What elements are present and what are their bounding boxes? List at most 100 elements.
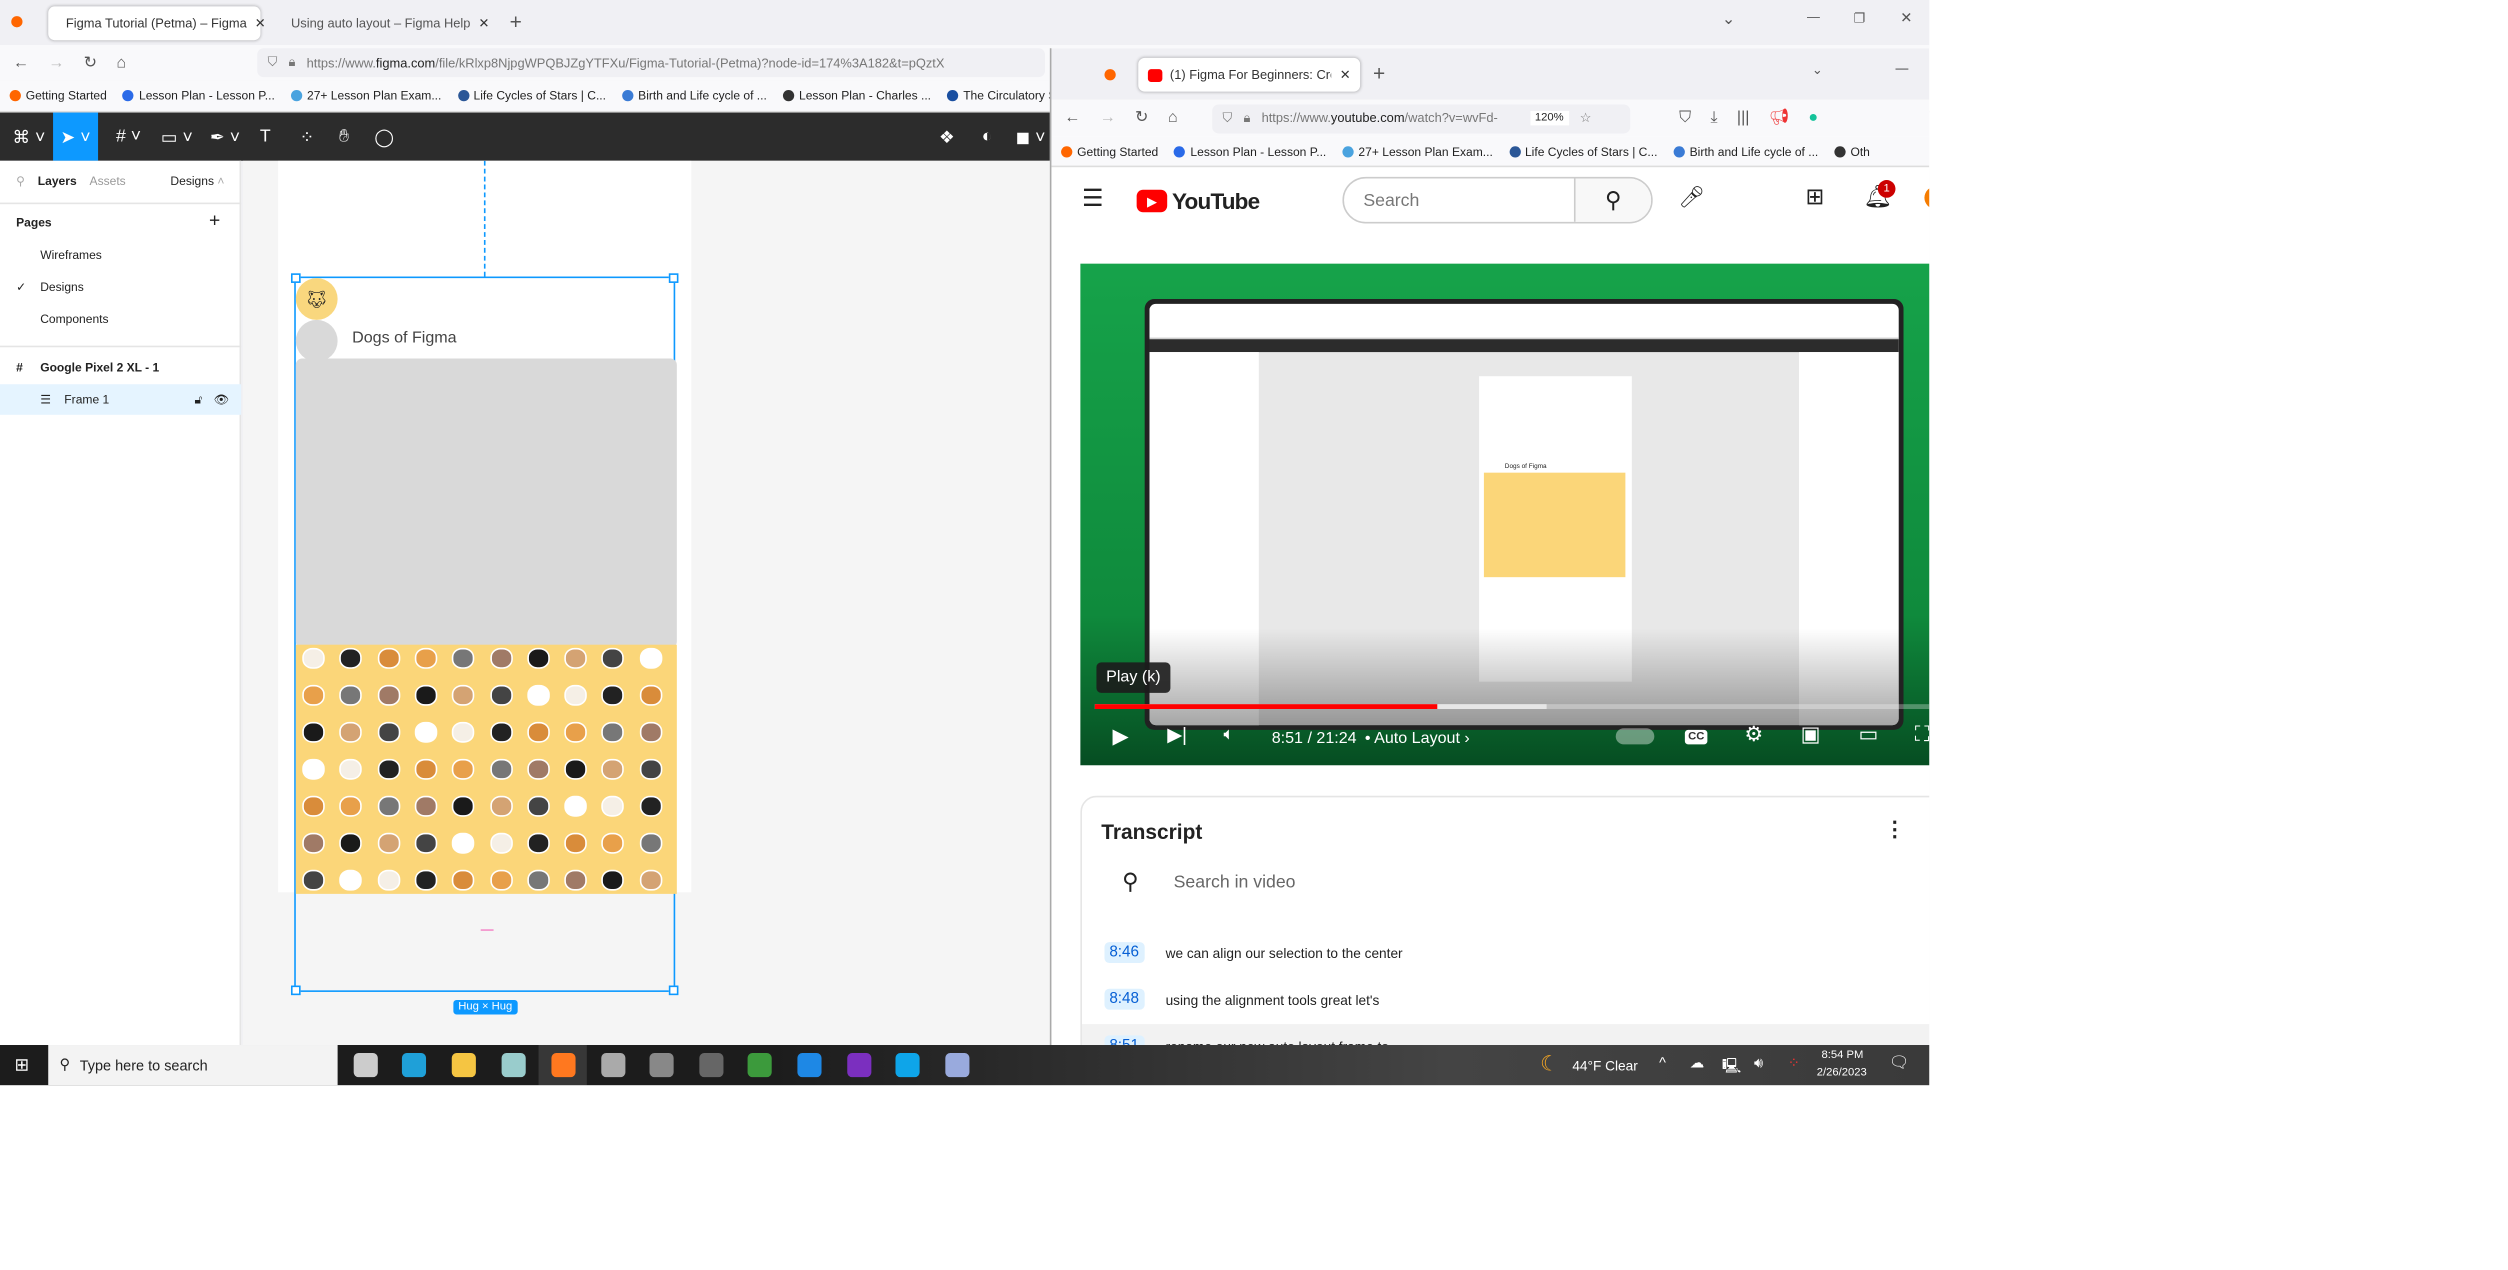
microphone-icon[interactable]: 🎤︎	[1678, 185, 1705, 211]
windows-start-icon[interactable]: ⊞	[14, 1055, 29, 1075]
close-tab-icon[interactable]: ✕	[1340, 68, 1351, 82]
figma-canvas[interactable]: 🐺︎ Dogs of Figma Hug × Hug	[242, 160, 1054, 1046]
back-icon[interactable]: ←	[13, 54, 29, 72]
video-player[interactable]: Dogs of Figma Play (k) ▶ ▶| 🔈︎ 8:51 / 21…	[1080, 263, 1930, 766]
maximize-button[interactable]: ❐	[1854, 11, 1866, 25]
clock-date[interactable]: 2/26/2023	[1817, 1068, 1867, 1079]
bookmark-item[interactable]: Getting Started	[1061, 144, 1158, 158]
reload-icon[interactable]: ↻	[84, 54, 97, 72]
assets-tab[interactable]: Assets	[90, 174, 126, 188]
avatar[interactable]	[1924, 186, 1930, 210]
search-box[interactable]: Search ⚲	[1342, 176, 1653, 224]
bookmark-item[interactable]: Oth	[1834, 144, 1870, 158]
minimize-button[interactable]: —	[1807, 10, 1820, 24]
usb-app-icon[interactable]	[699, 1053, 724, 1078]
bookmark-item[interactable]: Birth and Life cycle of ...	[622, 88, 767, 103]
progress-bar[interactable]	[1094, 704, 1930, 709]
layer-frame-1[interactable]: ☰ Frame 1 🔓︎ 👁︎	[0, 384, 242, 415]
back-icon[interactable]: ←	[1064, 109, 1080, 127]
boolean-icon[interactable]: ◼ ˅	[1013, 113, 1048, 161]
download-icon[interactable]: ⤓	[1710, 109, 1717, 127]
edge-icon[interactable]	[401, 1053, 427, 1078]
page-dropdown[interactable]: Designs ˄	[170, 174, 224, 188]
notepad-icon[interactable]	[501, 1053, 526, 1078]
list-tabs-icon[interactable]: ⌄	[1722, 11, 1735, 29]
forward-icon[interactable]: →	[1100, 109, 1116, 127]
bookmark-item[interactable]: 27+ Lesson Plan Exam...	[1342, 144, 1493, 158]
timestamp[interactable]: 8:51	[1104, 1035, 1144, 1046]
hand-tool-icon[interactable]: ✋︎	[330, 113, 359, 161]
figma-menu-icon[interactable]: ⌘ ˅	[6, 113, 51, 161]
rectangle-tool-icon[interactable]: ▭ ˅	[154, 113, 199, 161]
list-tabs-icon[interactable]: ⌄	[1812, 63, 1823, 77]
page-item-designs[interactable]: ✓ Designs	[0, 270, 241, 302]
frame-1-selection[interactable]: 🐺︎ Dogs of Figma	[290, 273, 679, 996]
search-input[interactable]: Search	[1344, 191, 1574, 210]
more-options-icon[interactable]: ⋮	[1884, 817, 1905, 843]
volume-icon[interactable]: 🔊︎	[1754, 1055, 1763, 1073]
next-button[interactable]: ▶|	[1167, 723, 1187, 746]
bookmark-item[interactable]: Getting Started	[9, 88, 107, 103]
bookmark-item[interactable]: Lesson Plan - Charles ...	[782, 88, 931, 103]
library-icon[interactable]: |||	[1737, 109, 1750, 127]
new-tab-button[interactable]: +	[510, 10, 522, 34]
resize-handle[interactable]	[668, 985, 679, 996]
network-app-icon[interactable]	[895, 1053, 920, 1078]
bookmark-item[interactable]: Life Cycles of Stars | C...	[457, 88, 606, 103]
bookmark-item[interactable]: 27+ Lesson Plan Exam...	[290, 88, 441, 103]
network-icon[interactable]: 🖳︎	[1722, 1055, 1741, 1081]
menu-icon[interactable]: ☰	[1082, 183, 1104, 212]
paint-icon[interactable]	[945, 1053, 970, 1078]
transcript-line[interactable]: 8:51rename our new auto layout frame to	[1081, 1024, 1930, 1046]
comment-tool-icon[interactable]: ◯	[370, 113, 399, 161]
grammarly-icon[interactable]: ●	[1808, 109, 1818, 127]
weather-text[interactable]: 44°F Clear	[1572, 1058, 1637, 1074]
resources-icon[interactable]: ⁘	[293, 113, 322, 161]
layer-google-pixel[interactable]: # Google Pixel 2 XL - 1	[0, 350, 241, 382]
autoplay-toggle[interactable]	[1615, 728, 1655, 745]
address-bar[interactable]: ⛉ 🔒︎ https://www.figma.com/file/kRlxp8Njp…	[257, 48, 1046, 78]
bookmark-item[interactable]: Life Cycles of Stars | C...	[1508, 144, 1657, 158]
address-bar[interactable]: ⛉ 🔒︎ https://www.youtube.com/watch?v=wvFd…	[1212, 103, 1631, 133]
home-icon[interactable]: ⌂	[116, 54, 126, 72]
components-icon[interactable]: ❖	[932, 113, 961, 161]
transcript-line[interactable]: 8:46 we can align our selection to the ce…	[1082, 931, 1929, 978]
bookmark-item[interactable]: Lesson Plan - Lesson P...	[1174, 144, 1326, 158]
onedrive-icon[interactable]: ☁	[1690, 1055, 1704, 1073]
reload-icon[interactable]: ↻	[1135, 109, 1148, 127]
teams-icon[interactable]	[847, 1053, 872, 1078]
close-tab-icon[interactable]: ✕	[255, 16, 266, 30]
calculator-icon[interactable]	[649, 1053, 674, 1078]
mask-icon[interactable]: ◐	[973, 113, 1002, 161]
show-hidden-icons[interactable]: ^	[1659, 1055, 1666, 1071]
unlock-icon[interactable]: 🔓︎	[195, 391, 203, 407]
fullscreen-icon[interactable]: ⛶	[1915, 722, 1929, 748]
volume-icon[interactable]: 🔈︎	[1223, 725, 1234, 746]
search-icon[interactable]: ⚲	[16, 174, 25, 188]
page-item-components[interactable]: Components	[0, 302, 241, 334]
close-tab-icon[interactable]: ✕	[478, 16, 489, 30]
task-view-icon[interactable]	[353, 1053, 378, 1078]
add-page-icon[interactable]: +	[209, 209, 220, 232]
bookmark-star-icon[interactable]: ☆	[1580, 111, 1592, 125]
store-icon[interactable]	[797, 1053, 822, 1078]
chrome-icon[interactable]	[747, 1053, 772, 1078]
settings-gear-icon[interactable]: ⚙	[1744, 722, 1763, 748]
close-window-button[interactable]: ✕	[1900, 10, 1912, 28]
page-item-wireframes[interactable]: Wireframes	[0, 238, 241, 270]
app-tray-icon[interactable]: ⁘	[1788, 1055, 1800, 1073]
miniplayer-icon[interactable]: ▣	[1801, 722, 1821, 748]
bookmark-item[interactable]: Birth and Life cycle of ...	[1673, 144, 1818, 158]
clock-app-icon[interactable]	[601, 1053, 626, 1078]
extension-icon[interactable]: 📢︎	[1769, 109, 1789, 127]
text-tool-icon[interactable]: T	[251, 113, 280, 161]
tab-auto-layout-help[interactable]: Using auto layout – Figma Help ✕	[273, 6, 490, 40]
resize-handle[interactable]	[668, 273, 679, 283]
youtube-logo[interactable]: ▶ YouTube	[1136, 188, 1260, 214]
tab-youtube[interactable]: (1) Figma For Beginners: Create ✕	[1138, 57, 1361, 92]
minimize-button[interactable]: —	[1895, 61, 1908, 75]
clock-time[interactable]: 8:54 PM	[1822, 1050, 1864, 1061]
transcript-search-input[interactable]: Search in video	[1174, 873, 1296, 892]
timestamp[interactable]: 8:46	[1104, 942, 1144, 964]
captions-button[interactable]: CC	[1684, 729, 1708, 745]
